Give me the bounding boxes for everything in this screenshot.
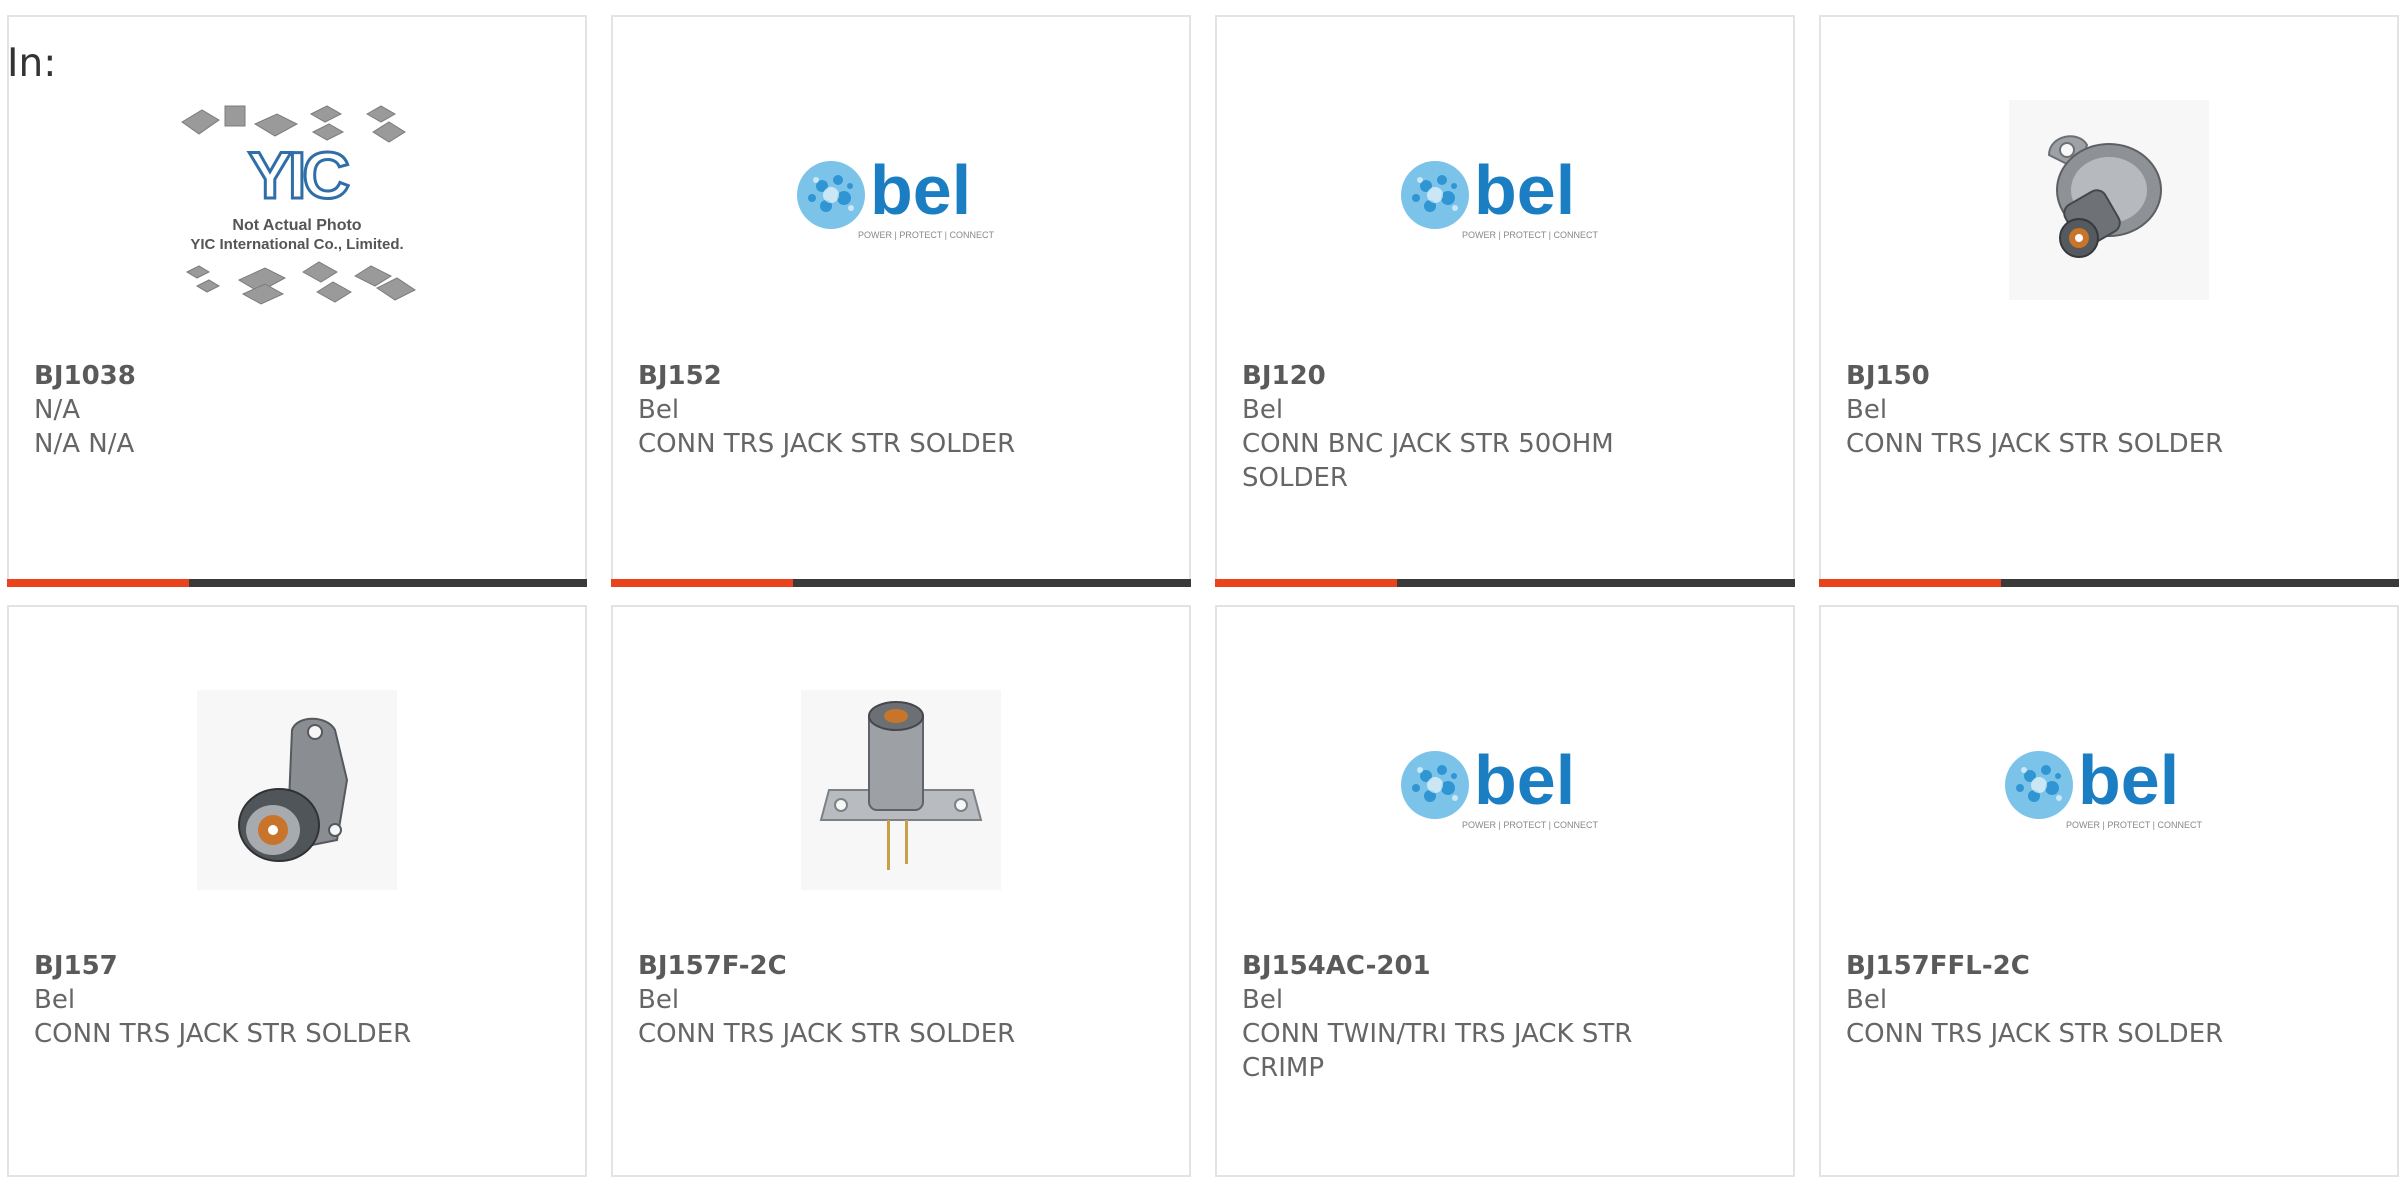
card-bar xyxy=(7,579,587,587)
description: N/A N/A xyxy=(34,429,135,459)
product-image[interactable]: YIC Not Actual Photo YIC International C… xyxy=(9,95,585,305)
product-image[interactable] xyxy=(9,685,585,895)
manufacturer: Bel xyxy=(638,395,680,425)
bel-logo-icon: bel POWER | PROTECT | CONNECT xyxy=(2005,741,2203,830)
description: CONN TRS JACK STR SOLDER xyxy=(1846,429,2224,459)
part-number[interactable]: BJ157FFL-2C xyxy=(1846,949,2372,983)
card-bar-accent xyxy=(7,579,189,587)
description: CONN TWIN/TRI TRS JACK STR CRIMP xyxy=(1242,1019,1633,1083)
placeholder-logo: YIC xyxy=(248,138,348,212)
manufacturer: Bel xyxy=(34,985,76,1015)
part-number[interactable]: BJ120 xyxy=(1242,359,1768,393)
connector-photo-icon xyxy=(801,690,1001,890)
bel-wordmark: bel xyxy=(1474,741,1575,819)
bel-wordmark: bel xyxy=(870,151,971,229)
part-number[interactable]: BJ152 xyxy=(638,359,1164,393)
filter-label: In: xyxy=(7,41,57,86)
bel-logo-icon: bel POWER | PROTECT | CONNECT xyxy=(1401,151,1599,240)
manufacturer: Bel xyxy=(638,985,680,1015)
manufacturer: Bel xyxy=(1846,985,1888,1015)
part-number[interactable]: BJ157F-2C xyxy=(638,949,1164,983)
manufacturer: Bel xyxy=(1846,395,1888,425)
bel-wordmark: bel xyxy=(2078,741,2179,819)
bel-tagline: POWER | PROTECT | CONNECT xyxy=(858,230,995,240)
bel-wordmark: bel xyxy=(1474,151,1575,229)
product-card[interactable]: BJ157 Bel CONN TRS JACK STR SOLDER xyxy=(7,605,587,1177)
product-image[interactable]: bel POWER | PROTECT | CONNECT xyxy=(1217,685,1793,895)
card-bar-accent xyxy=(611,579,793,587)
description: CONN BNC JACK STR 50OHM SOLDER xyxy=(1242,429,1614,493)
connector-photo-icon xyxy=(2009,100,2209,300)
part-number[interactable]: BJ1038 xyxy=(34,359,560,393)
manufacturer: Bel xyxy=(1242,395,1284,425)
bel-tagline: POWER | PROTECT | CONNECT xyxy=(1462,820,1599,830)
product-image[interactable]: bel POWER | PROTECT | CONNECT xyxy=(613,95,1189,305)
description: CONN TRS JACK STR SOLDER xyxy=(638,429,1016,459)
product-card[interactable]: bel POWER | PROTECT | CONNECT BJ120 Bel … xyxy=(1215,15,1795,587)
placeholder-photo-icon: YIC Not Actual Photo YIC International C… xyxy=(181,105,416,305)
description: CONN TRS JACK STR SOLDER xyxy=(34,1019,412,1049)
product-grid: YIC Not Actual Photo YIC International C… xyxy=(0,0,2400,1177)
placeholder-caption-2: YIC International Co., Limited. xyxy=(190,236,403,253)
card-bar xyxy=(1819,579,2399,587)
part-number[interactable]: BJ154AC-201 xyxy=(1242,949,1768,983)
description: CONN TRS JACK STR SOLDER xyxy=(638,1019,1016,1049)
product-card[interactable]: YIC Not Actual Photo YIC International C… xyxy=(7,15,587,587)
description: CONN TRS JACK STR SOLDER xyxy=(1846,1019,2224,1049)
product-image[interactable] xyxy=(1821,95,2397,305)
card-bar-accent xyxy=(1819,579,2001,587)
part-number[interactable]: BJ157 xyxy=(34,949,560,983)
card-bar xyxy=(1215,579,1795,587)
placeholder-caption-1: Not Actual Photo xyxy=(232,217,361,234)
product-card[interactable]: BJ150 Bel CONN TRS JACK STR SOLDER xyxy=(1819,15,2399,587)
bel-tagline: POWER | PROTECT | CONNECT xyxy=(2066,820,2203,830)
product-image[interactable]: bel POWER | PROTECT | CONNECT xyxy=(1821,685,2397,895)
bel-logo-icon: bel POWER | PROTECT | CONNECT xyxy=(1401,741,1599,830)
part-number[interactable]: BJ150 xyxy=(1846,359,2372,393)
product-card[interactable]: bel POWER | PROTECT | CONNECT BJ152 Bel … xyxy=(611,15,1191,587)
product-card[interactable]: BJ157F-2C Bel CONN TRS JACK STR SOLDER xyxy=(611,605,1191,1177)
product-card[interactable]: bel POWER | PROTECT | CONNECT BJ154AC-20… xyxy=(1215,605,1795,1177)
card-bar-accent xyxy=(1215,579,1397,587)
product-card[interactable]: bel POWER | PROTECT | CONNECT BJ157FFL-2… xyxy=(1819,605,2399,1177)
bel-logo-icon: bel POWER | PROTECT | CONNECT xyxy=(797,151,995,240)
bel-tagline: POWER | PROTECT | CONNECT xyxy=(1462,230,1599,240)
product-image[interactable]: bel POWER | PROTECT | CONNECT xyxy=(1217,95,1793,305)
connector-photo-icon xyxy=(197,690,397,890)
card-bar xyxy=(611,579,1191,587)
manufacturer: N/A xyxy=(34,395,80,425)
product-image[interactable] xyxy=(613,685,1189,895)
manufacturer: Bel xyxy=(1242,985,1284,1015)
